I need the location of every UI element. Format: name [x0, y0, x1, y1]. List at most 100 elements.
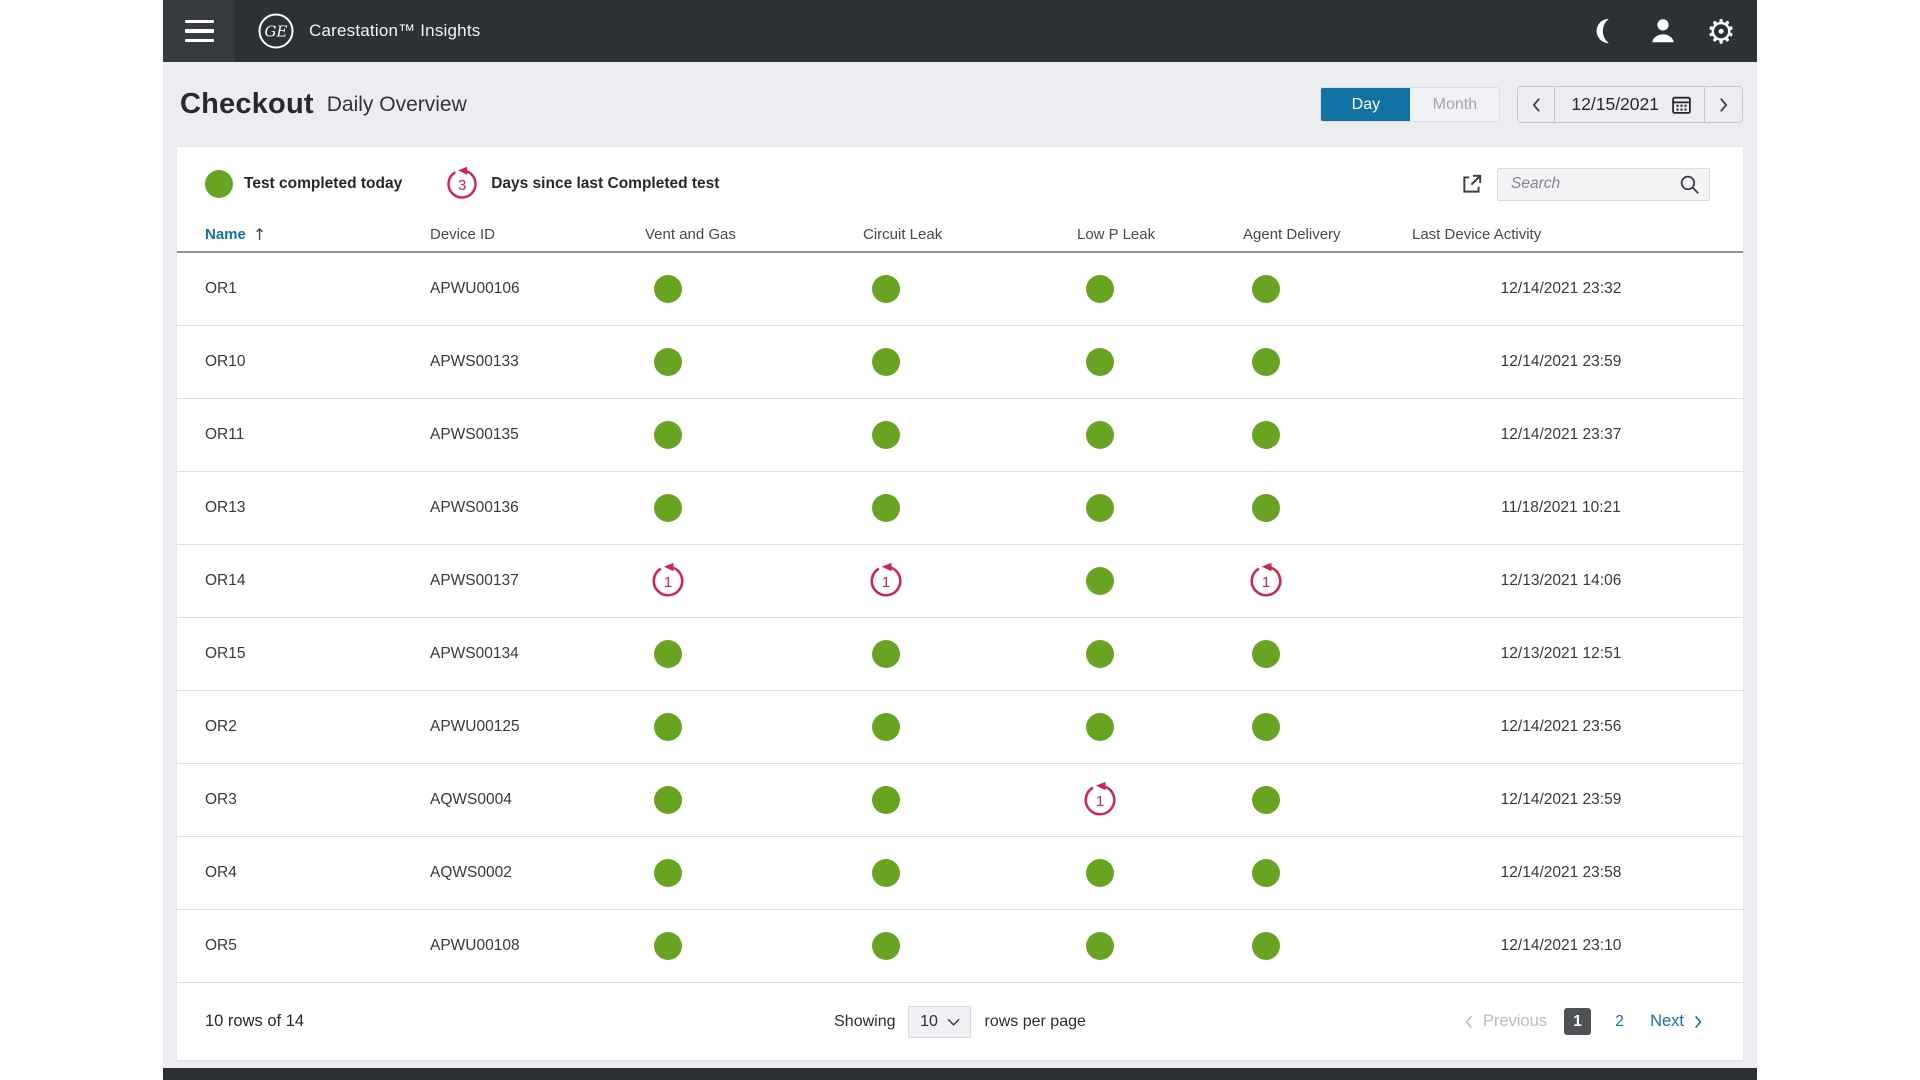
column-header-last-device-activity[interactable]: Last Device Activity — [1412, 226, 1710, 243]
test-completed-icon — [654, 348, 682, 376]
row-device-id: APWU00106 — [430, 280, 645, 298]
next-day-button[interactable] — [1705, 86, 1743, 123]
test-completed-icon — [1086, 348, 1114, 376]
table-header: Name↑Device IDVent and GasCircuit LeakLo… — [177, 217, 1743, 253]
days-since-last-test-icon: 1 — [649, 562, 687, 600]
test-completed-icon — [654, 275, 682, 303]
date-navigator: 12/15/2021 — [1517, 86, 1743, 123]
previous-day-button[interactable] — [1517, 86, 1555, 123]
test-completed-icon — [872, 421, 900, 449]
row-name: OR10 — [205, 353, 430, 371]
sort-ascending-icon: ↑ — [253, 225, 266, 244]
page-subtitle: Daily Overview — [327, 93, 467, 117]
table-row-or13[interactable]: OR13 APWS00136 11/18/2021 10:21 — [177, 472, 1743, 545]
search-icon[interactable] — [1679, 174, 1700, 195]
column-header-device-id[interactable]: Device ID — [430, 226, 645, 243]
test-completed-icon — [654, 713, 682, 741]
column-header-agent-delivery[interactable]: Agent Delivery — [1243, 226, 1412, 243]
hamburger-menu-button[interactable] — [163, 0, 235, 62]
hamburger-icon — [185, 20, 214, 43]
vent-and-gas-status — [645, 786, 863, 814]
rows-per-page-select[interactable]: 10 — [908, 1006, 971, 1038]
legend-completed-label: Test completed today — [244, 175, 402, 193]
test-completed-icon — [872, 275, 900, 303]
table-row-or10[interactable]: OR10 APWS00133 12/14/2021 23:59 — [177, 326, 1743, 399]
user-profile-icon[interactable] — [1647, 15, 1679, 47]
table-row-or4[interactable]: OR4 AQWS0002 12/14/2021 23:58 — [177, 837, 1743, 910]
row-last-activity: 12/14/2021 23:56 — [1412, 718, 1710, 736]
dark-mode-moon-icon[interactable] — [1589, 15, 1621, 47]
test-completed-icon — [1086, 494, 1114, 522]
search-input[interactable] — [1511, 175, 1679, 193]
table-row-or2[interactable]: OR2 APWU00125 12/14/2021 23:56 — [177, 691, 1743, 764]
agent-delivery-status: 1 — [1243, 562, 1412, 600]
next-page-button[interactable]: Next — [1650, 1012, 1703, 1031]
column-header-name[interactable]: Name↑ — [205, 225, 430, 244]
test-completed-icon — [872, 640, 900, 668]
ge-logo-icon: GE — [257, 12, 295, 50]
column-header-vent-and-gas[interactable]: Vent and Gas — [645, 226, 863, 243]
test-completed-icon — [1252, 859, 1280, 887]
test-completed-icon — [654, 640, 682, 668]
search-box — [1497, 168, 1710, 201]
table-row-or14[interactable]: OR14 APWS00137 1 1 1 12/13/2021 14:06 — [177, 545, 1743, 618]
row-device-id: APWS00135 — [430, 426, 645, 444]
rows-per-page-control: Showing 10 rows per page — [834, 1006, 1086, 1038]
rows-summary: 10 rows of 14 — [205, 1012, 304, 1031]
test-completed-icon — [1252, 932, 1280, 960]
low-p-leak-status — [1077, 348, 1243, 376]
days-overdue-value: 1 — [867, 562, 905, 600]
top-app-bar: GE Carestation™ Insights ⚙ — [163, 0, 1757, 62]
date-picker-field[interactable]: 12/15/2021 — [1555, 86, 1705, 123]
page-button-2[interactable]: 2 — [1606, 1008, 1633, 1035]
low-p-leak-status — [1077, 932, 1243, 960]
row-last-activity: 12/14/2021 23:59 — [1412, 353, 1710, 371]
table-row-or5[interactable]: OR5 APWU00108 12/14/2021 23:10 — [177, 910, 1743, 983]
agent-delivery-status — [1243, 348, 1412, 376]
circuit-leak-status — [863, 494, 1077, 522]
column-header-circuit-leak[interactable]: Circuit Leak — [863, 226, 1077, 243]
vent-and-gas-status: 1 — [645, 562, 863, 600]
day-toggle-button[interactable]: Day — [1321, 88, 1410, 121]
table-row-or15[interactable]: OR15 APWS00134 12/13/2021 12:51 — [177, 618, 1743, 691]
test-completed-legend-icon — [205, 170, 233, 198]
low-p-leak-status — [1077, 640, 1243, 668]
table-row-or3[interactable]: OR3 AQWS0004 1 12/14/2021 23:59 — [177, 764, 1743, 837]
page-list: 12 — [1564, 1008, 1633, 1035]
circuit-leak-status — [863, 932, 1077, 960]
test-completed-icon — [654, 494, 682, 522]
circuit-leak-status — [863, 275, 1077, 303]
page-title: Checkout — [180, 88, 314, 121]
page-header: Checkout Daily Overview Day Month 12/15/… — [163, 62, 1757, 147]
table-row-or1[interactable]: OR1 APWU00106 12/14/2021 23:32 — [177, 253, 1743, 326]
agent-delivery-status — [1243, 713, 1412, 741]
chevron-left-icon — [1464, 1014, 1474, 1030]
days-since-last-test-icon: 1 — [867, 562, 905, 600]
test-completed-icon — [1252, 275, 1280, 303]
page-body: Checkout Daily Overview Day Month 12/15/… — [163, 62, 1757, 1068]
view-controls: Day Month 12/15/2021 — [1320, 86, 1743, 123]
previous-page-button[interactable]: Previous — [1464, 1012, 1547, 1031]
vent-and-gas-status — [645, 348, 863, 376]
app-title: Carestation™ Insights — [309, 21, 480, 41]
row-name: OR13 — [205, 499, 430, 517]
column-header-low-p-leak[interactable]: Low P Leak — [1077, 226, 1243, 243]
export-icon[interactable] — [1459, 171, 1485, 197]
test-completed-icon — [654, 859, 682, 887]
row-device-id: APWU00125 — [430, 718, 645, 736]
day-month-toggle: Day Month — [1320, 87, 1500, 122]
screen: GE Carestation™ Insights ⚙ Checkout — [0, 0, 1920, 1080]
month-toggle-button[interactable]: Month — [1410, 88, 1499, 121]
settings-gear-icon[interactable]: ⚙ — [1705, 15, 1737, 47]
vent-and-gas-status — [645, 494, 863, 522]
page-button-1[interactable]: 1 — [1564, 1008, 1591, 1035]
checkout-table-card: Test completed today 3 Days since last C… — [177, 147, 1743, 1060]
days-overdue-value: 1 — [649, 562, 687, 600]
test-completed-icon — [1086, 713, 1114, 741]
table-row-or11[interactable]: OR11 APWS00135 12/14/2021 23:37 — [177, 399, 1743, 472]
days-since-last-test-icon: 1 — [1247, 562, 1285, 600]
row-last-activity: 12/14/2021 23:58 — [1412, 864, 1710, 882]
days-overdue-value: 1 — [1081, 781, 1119, 819]
row-name: OR15 — [205, 645, 430, 663]
days-since-last-test-icon: 1 — [1081, 781, 1119, 819]
